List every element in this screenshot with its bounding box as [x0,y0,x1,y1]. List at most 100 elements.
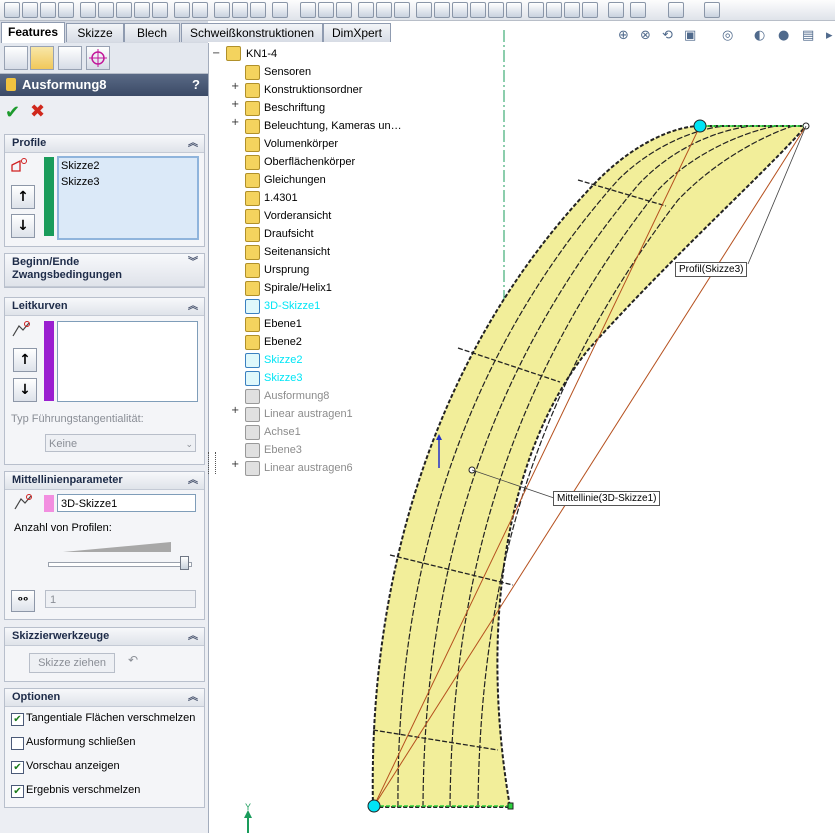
toolbar-icon[interactable] [488,2,504,18]
toolbar-icon[interactable] [80,2,96,18]
profile-group-title: Profile [12,137,47,149]
guide-curves-title: Leitkurven [12,300,68,312]
sketch-tools-group: Skizzierwerkzeuge ︽ Skizze ziehen ↶ [4,627,205,682]
profile-color-bar [44,157,54,236]
tab-blech[interactable]: Blech [124,23,180,42]
guide-curve-color-bar [44,321,54,401]
move-up-button[interactable]: ↑ [13,348,37,372]
begin-end-header[interactable]: Beginn/Ende Zwangsbedingungen ︾ [5,254,204,287]
list-item[interactable]: Skizze2 [61,160,100,172]
toolbar-icon[interactable] [416,2,432,18]
chevron-up-icon[interactable]: ︽ [188,689,198,706]
toolbar-icon[interactable] [608,2,624,18]
dimxpert-manager-icon[interactable] [86,46,110,70]
toolbar-icon[interactable] [134,2,150,18]
toolbar-icon[interactable] [358,2,374,18]
sketch-tools-header[interactable]: Skizzierwerkzeuge ︽ [5,628,204,646]
toolbar-icon[interactable] [528,2,544,18]
options-group: Optionen ︽ ✔ Tangentiale Flächen verschme… [4,688,205,808]
tangency-type-select[interactable]: Keine ⌄ [45,434,196,452]
tab-skizze[interactable]: Skizze [66,23,124,42]
toolbar-icon[interactable] [546,2,562,18]
chevron-up-icon[interactable]: ︽ [188,472,198,489]
guide-curves-header[interactable]: Leitkurven ︽ [5,298,204,316]
centerline-header[interactable]: Mittellinienparameter ︽ [5,472,204,490]
tangency-type-value: Keine [49,438,78,450]
chevron-down-icon[interactable]: ︾ [188,256,198,269]
profile-count-spinner[interactable]: 1 [45,590,196,608]
toolbar-icon[interactable] [272,2,288,18]
centerline-field[interactable]: 3D-Skizze1 [57,494,196,512]
toolbar-icon[interactable] [214,2,230,18]
move-down-button[interactable]: ↓ [11,214,35,238]
options-header[interactable]: Optionen ︽ [5,689,204,707]
manager-tab-bar [0,43,208,74]
toolbar-icon[interactable] [300,2,316,18]
toolbar-icon[interactable] [116,2,132,18]
close-loft-label: Ausformung schließen [26,736,136,748]
toolbar-icon[interactable] [40,2,56,18]
feature-manager-icon[interactable] [4,46,28,70]
undo-icon[interactable]: ↶ [128,653,138,667]
connector-handle[interactable] [693,119,707,133]
toolbar-icon[interactable] [174,2,190,18]
y-axis-label: Y [245,802,251,812]
property-manager-icon[interactable] [30,46,54,70]
centerline-callout[interactable]: Mittellinie(3D-Skizze1) [553,491,661,506]
toolbar-icon[interactable] [318,2,334,18]
graphics-area[interactable]: Y [208,20,835,833]
configuration-manager-icon[interactable] [58,46,82,70]
loft-icon [6,78,16,91]
toolbar-icon[interactable] [58,2,74,18]
connector-handle[interactable] [367,799,381,813]
options-title: Optionen [12,691,61,703]
toolbar-icon[interactable] [704,2,720,18]
toolbar-icon[interactable] [250,2,266,18]
toolbar-icon[interactable] [506,2,522,18]
profile-point[interactable] [507,802,514,810]
tab-features[interactable]: Features [1,22,65,43]
toolbar-icon[interactable] [452,2,468,18]
toolbar-icon[interactable] [22,2,38,18]
toolbar-icon[interactable] [564,2,580,18]
slider-thumb[interactable] [180,556,189,570]
cancel-button[interactable]: ✖ [30,101,45,122]
toolbar-icon[interactable] [394,2,410,18]
move-down-button[interactable]: ↓ [13,378,37,402]
toolbar-icon[interactable] [630,2,646,18]
toolbar-icon[interactable] [582,2,598,18]
toolbar-icon[interactable] [4,2,20,18]
toolbar-icon[interactable] [232,2,248,18]
sketch-tools-title: Skizzierwerkzeuge [12,630,110,642]
chevron-up-icon[interactable]: ︽ [188,628,198,645]
guide-curve-icon [12,321,30,337]
chevron-up-icon[interactable]: ︽ [188,135,198,152]
show-preview-checkbox[interactable]: ✔ [11,761,24,774]
centerline-parameters-group: Mittellinienparameter ︽ 3D-Skizze1 Anzahl… [4,471,205,620]
help-button[interactable]: ? [192,74,200,96]
toolbar-icon[interactable] [376,2,392,18]
merge-result-label: Ergebnis verschmelzen [26,784,141,796]
ok-button[interactable]: ✔ [5,102,20,123]
toolbar-icon[interactable] [668,2,684,18]
toolbar-icon[interactable] [152,2,168,18]
chevron-up-icon[interactable]: ︽ [188,298,198,315]
guide-curves-listbox[interactable] [57,321,198,402]
merge-result-checkbox[interactable]: ✔ [11,785,24,798]
close-loft-checkbox[interactable] [11,737,24,750]
glasses-icon[interactable]: ᵒᵒ [11,590,35,612]
toolbar-icon[interactable] [98,2,114,18]
drag-sketch-button[interactable]: Skizze ziehen [29,653,115,673]
profile-listbox[interactable]: Skizze2 Skizze3 [57,156,199,240]
profile-count-slider[interactable] [48,562,192,567]
list-item[interactable]: Skizze3 [61,176,100,188]
profile-group-header[interactable]: Profile ︽ [5,135,204,153]
toolbar-icon[interactable] [336,2,352,18]
toolbar-icon[interactable] [470,2,486,18]
move-up-button[interactable]: ↑ [11,185,35,209]
toolbar-icon[interactable] [192,2,208,18]
guide-curves-group: Leitkurven ︽ ↑ ↓ Typ Führungstangentialit… [4,297,205,465]
toolbar-icon[interactable] [434,2,450,18]
profile-callout[interactable]: Profil(Skizze3) [675,262,748,277]
merge-tangent-faces-checkbox[interactable]: ✔ [11,713,24,726]
